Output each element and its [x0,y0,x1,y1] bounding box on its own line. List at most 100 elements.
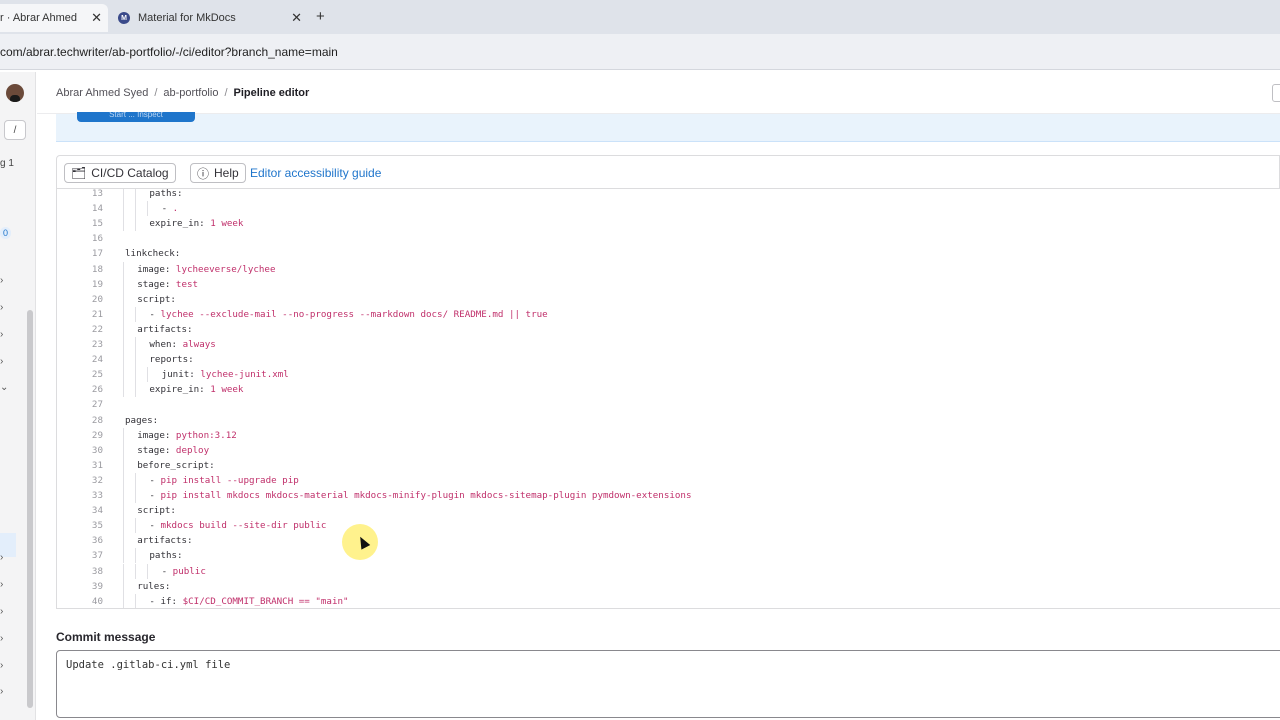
chevron-right-icon[interactable]: › [0,275,3,286]
yaml-key: - [161,565,173,577]
indent-guide [123,578,124,594]
code-line[interactable]: 22 artifacts: [57,321,1280,337]
code-text: expire_in: 1 week [149,216,243,231]
browser-tab-active[interactable]: r · Abrar Ahmed ✕ [0,4,108,32]
line-number: 23 [91,339,103,350]
code-line[interactable]: 13 paths: [57,189,1280,201]
close-tab-icon[interactable]: ✕ [91,10,102,26]
address-bar[interactable]: com/abrar.techwriter/ab-portfolio/-/ci/e… [0,34,1280,70]
yaml-value: python:3.12 [175,429,237,441]
code-line[interactable]: 30 stage: deploy [57,442,1280,458]
code-line[interactable]: 16 [57,231,1280,246]
line-number: 31 [91,459,103,471]
line-number: 39 [91,580,103,592]
code-line[interactable]: 23 when: always [57,337,1280,352]
line-number: 36 [91,535,103,547]
code-text: stage: test [137,277,198,292]
cicd-catalog-button[interactable]: 🗂︎ CI/CD Catalog [64,163,176,183]
code-line[interactable]: 18 image: lycheeverse/lychee [57,261,1280,277]
yaml-key: paths: [149,189,183,199]
code-line[interactable]: 19 stage: test [57,276,1280,292]
chevron-right-icon[interactable]: › [0,579,3,590]
chevron-right-icon[interactable]: › [0,552,3,563]
code-line[interactable]: 21 - lychee --exclude-mail --no-progress … [57,306,1280,322]
yaml-value: pip install --upgrade pip [160,474,299,486]
code-line[interactable]: 26 expire_in: 1 week [57,382,1280,398]
help-button[interactable]: ⓘ Help [190,163,246,183]
tab-title: Material for MkDocs [138,12,236,24]
indent-guide [135,367,137,383]
code-line[interactable]: 36 artifacts: [57,533,1280,549]
code-line[interactable]: 40 - if: $CI/CD_COMMIT_BRANCH == "main" [57,593,1280,608]
indent-guide [123,321,124,337]
yaml-value: $CI/CD_COMMIT_BRANCH == "main" [182,595,349,607]
line-number: 16 [91,233,103,245]
indent-guide [123,548,124,564]
close-tab-icon[interactable]: ✕ [291,10,302,26]
breadcrumb-separator: / [154,87,158,99]
yaml-key: - [161,203,173,215]
breadcrumb-project[interactable]: ab-portfolio [163,87,218,99]
editor-accessibility-guide-link[interactable]: Editor accessibility guide [250,166,381,180]
chevron-down-icon[interactable]: ⌄ [0,382,8,393]
code-line[interactable]: 38 - public [57,563,1280,579]
code-text: reports: [149,352,193,367]
code-line[interactable]: 14 - . [57,201,1280,217]
code-line[interactable]: 27 [57,397,1280,412]
code-line[interactable]: 20 script: [57,291,1280,307]
yaml-key: reports: [149,354,194,366]
browser-tab-mkdocs[interactable]: M Material for MkDocs ✕ [110,4,310,32]
mkdocs-favicon-icon: M [118,12,130,24]
user-avatar[interactable] [6,84,24,102]
code-line[interactable]: 29 image: python:3.12 [57,427,1280,443]
yaml-key: - [149,490,161,501]
new-tab-button[interactable]: + [316,8,325,25]
yaml-key: artifacts: [137,323,193,335]
panel-toggle-icon[interactable] [1272,84,1280,102]
code-text: artifacts: [137,533,192,548]
banner-button[interactable]: Start ... Inspect [77,112,195,122]
code-line[interactable]: 33 - pip install mkdocs mkdocs-material m… [57,488,1280,503]
code-line[interactable]: 32 - pip install --upgrade pip [57,472,1280,488]
chevron-right-icon[interactable]: › [0,606,3,617]
line-number: 29 [91,429,103,441]
sidebar-item-label[interactable]: g 1 [0,158,14,169]
code-line[interactable]: 28 pages: [57,413,1280,428]
line-number: 35 [91,520,103,532]
chevron-right-icon[interactable]: › [0,356,3,367]
code-line[interactable]: 37 paths: [57,548,1280,564]
code-text: image: python:3.12 [137,428,237,443]
sidebar-scrollbar[interactable] [27,310,33,708]
code-line[interactable]: 31 before_script: [57,457,1280,473]
code-text: image: lycheeverse/lychee [137,262,275,277]
breadcrumb-user[interactable]: Abrar Ahmed Syed [56,87,148,99]
code-line[interactable]: 35 - mkdocs build --site-dir public [57,518,1280,534]
yaml-key: - [149,308,161,320]
code-editor[interactable]: 13 paths: 14 - . 15 expire_in: 1 week 16 17 link… [56,189,1280,609]
chevron-right-icon[interactable]: › [0,302,3,313]
line-number: 30 [91,444,103,456]
indent-guide [123,382,124,398]
chevron-right-icon[interactable]: › [0,633,3,644]
line-number: 26 [91,384,103,396]
yaml-key: artifacts: [137,535,193,547]
chevron-right-icon[interactable]: › [0,660,3,671]
code-line[interactable]: 34 script: [57,503,1280,519]
chevron-right-icon[interactable]: › [0,686,3,697]
commit-message-field[interactable]: Update .gitlab-ci.yml file [56,650,1280,718]
code-line[interactable]: 17 linkcheck: [57,246,1280,261]
indent-guide [135,488,137,503]
commit-message-value[interactable]: Update .gitlab-ci.yml file [66,659,230,671]
code-text: before_script: [137,458,214,473]
code-line[interactable]: 39 rules: [57,578,1280,594]
code-line[interactable]: 24 reports: [57,352,1280,368]
code-line[interactable]: 15 expire_in: 1 week [57,216,1280,232]
indent-guide [147,367,149,383]
yaml-key: script: [137,505,176,517]
chevron-right-icon[interactable]: › [0,329,3,340]
url-text[interactable]: com/abrar.techwriter/ab-portfolio/-/ci/e… [0,45,338,59]
code-line[interactable]: 25 junit: lychee-junit.xml [57,367,1280,383]
indent-guide [135,548,137,564]
sidebar-count-badge: 0 [0,227,12,239]
slash-command-icon[interactable]: / [4,120,26,140]
